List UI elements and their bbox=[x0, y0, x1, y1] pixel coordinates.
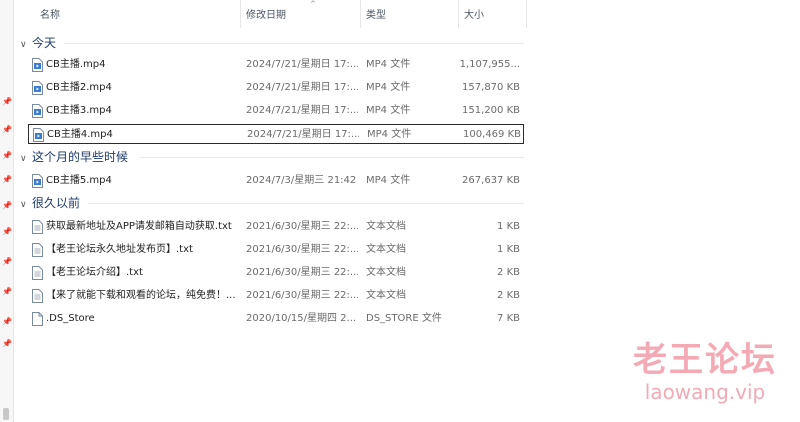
file-type: MP4 文件 bbox=[366, 105, 411, 116]
group-header-earlier-this-month[interactable]: ∨ 这个月的早些时候 bbox=[20, 148, 128, 166]
group-divider bbox=[88, 203, 524, 204]
text-file-icon bbox=[32, 266, 43, 280]
file-date: 2021/6/30/星期三 22:... bbox=[246, 221, 358, 232]
mp4-file-icon bbox=[32, 58, 43, 72]
column-header-date[interactable]: 修改日期 bbox=[246, 0, 286, 30]
file-row[interactable]: 【来了就能下载和观看的论坛，纯免费！... 2021/6/30/星期三 22:.… bbox=[28, 286, 524, 306]
watermark-title: 老王论坛 bbox=[633, 340, 777, 380]
file-type: MP4 文件 bbox=[366, 175, 411, 186]
column-divider[interactable] bbox=[360, 0, 361, 28]
chevron-down-icon: ∨ bbox=[20, 200, 27, 210]
file-type: MP4 文件 bbox=[366, 82, 411, 93]
file-name: CB主播5.mp4 bbox=[46, 175, 112, 186]
column-divider[interactable] bbox=[526, 0, 527, 28]
file-name: .DS_Store bbox=[46, 313, 95, 324]
pin-icon[interactable]: 📌 bbox=[2, 98, 12, 106]
watermark: 老王论坛 laowang.vip bbox=[620, 340, 790, 404]
navigation-pane: 📌 📌 📌 📌 📌 📌 📌 📌 📌 📌 bbox=[0, 0, 14, 422]
file-size: 2 KB bbox=[497, 290, 520, 301]
column-header: 名称 ^ 修改日期 类型 大小 bbox=[14, 0, 800, 30]
file-type: 文本文档 bbox=[366, 267, 406, 278]
column-header-size[interactable]: 大小 bbox=[464, 0, 484, 30]
pin-icon[interactable]: 📌 bbox=[2, 340, 12, 348]
file-type: 文本文档 bbox=[366, 244, 406, 255]
file-name: 【老王论坛永久地址发布页】.txt bbox=[46, 244, 193, 255]
file-size: 1,107,955... bbox=[459, 59, 520, 70]
file-type: 文本文档 bbox=[366, 290, 406, 301]
file-row[interactable]: 【老王论坛永久地址发布页】.txt 2021/6/30/星期三 22:... 文… bbox=[28, 240, 524, 260]
file-row[interactable]: .DS_Store 2020/10/15/星期四 2... DS_STORE 文… bbox=[28, 309, 524, 329]
file-size: 7 KB bbox=[497, 313, 520, 324]
mp4-file-icon bbox=[32, 104, 43, 118]
mp4-file-icon bbox=[32, 174, 43, 188]
file-date: 2024/7/21/星期日 17:... bbox=[246, 105, 358, 116]
file-date: 2024/7/21/星期日 17:... bbox=[246, 59, 358, 70]
file-row-selected[interactable]: CB主播4.mp4 2024/7/21/星期日 17:... MP4 文件 10… bbox=[28, 124, 524, 144]
file-type: DS_STORE 文件 bbox=[366, 313, 442, 324]
group-label: 很久以前 bbox=[32, 196, 81, 210]
file-date: 2024/7/21/星期日 17:... bbox=[247, 129, 359, 140]
file-row[interactable]: CB主播3.mp4 2024/7/21/星期日 17:... MP4 文件 15… bbox=[28, 101, 524, 121]
pin-icon[interactable]: 📌 bbox=[2, 176, 12, 184]
text-file-icon bbox=[32, 243, 43, 257]
group-label: 今天 bbox=[32, 36, 57, 50]
pin-icon[interactable]: 📌 bbox=[2, 258, 12, 266]
file-name: 【老王论坛介绍】.txt bbox=[46, 267, 143, 278]
pin-icon[interactable]: 📌 bbox=[2, 288, 12, 296]
chevron-down-icon: ∨ bbox=[20, 154, 27, 164]
file-type: MP4 文件 bbox=[367, 129, 412, 140]
column-divider[interactable] bbox=[458, 0, 459, 28]
file-name: 【来了就能下载和观看的论坛，纯免费！... bbox=[46, 290, 236, 301]
column-header-type[interactable]: 类型 bbox=[366, 0, 386, 30]
mp4-file-icon bbox=[32, 81, 43, 95]
group-label: 这个月的早些时候 bbox=[32, 150, 129, 164]
text-file-icon bbox=[32, 289, 43, 303]
file-size: 100,469 KB bbox=[463, 129, 521, 140]
generic-file-icon bbox=[32, 312, 43, 326]
column-divider[interactable] bbox=[240, 0, 241, 28]
file-row[interactable]: 获取最新地址及APP请发邮箱自动获取.txt 2021/6/30/星期三 22:… bbox=[28, 217, 524, 237]
file-name: CB主播3.mp4 bbox=[46, 105, 112, 116]
file-name: CB主播4.mp4 bbox=[47, 129, 113, 140]
chevron-down-icon: ∨ bbox=[20, 40, 27, 50]
file-date: 2024/7/21/星期日 17:... bbox=[246, 82, 358, 93]
file-size: 1 KB bbox=[497, 244, 520, 255]
file-type: 文本文档 bbox=[366, 221, 406, 232]
scrollbar-thumb[interactable] bbox=[3, 408, 9, 420]
file-row[interactable]: 【老王论坛介绍】.txt 2021/6/30/星期三 22:... 文本文档 2… bbox=[28, 263, 524, 283]
file-name: 获取最新地址及APP请发邮箱自动获取.txt bbox=[46, 221, 232, 232]
file-row[interactable]: CB主播2.mp4 2024/7/21/星期日 17:... MP4 文件 15… bbox=[28, 78, 524, 98]
file-size: 1 KB bbox=[497, 221, 520, 232]
group-header-today[interactable]: ∨ 今天 bbox=[20, 34, 56, 52]
file-type: MP4 文件 bbox=[366, 59, 411, 70]
pin-icon[interactable]: 📌 bbox=[2, 228, 12, 236]
mp4-file-icon bbox=[33, 128, 44, 142]
file-size: 151,200 KB bbox=[462, 105, 520, 116]
file-size: 267,637 KB bbox=[462, 175, 520, 186]
file-date: 2021/6/30/星期三 22:... bbox=[246, 290, 358, 301]
pin-icon[interactable]: 📌 bbox=[2, 202, 12, 210]
sort-up-icon: ^ bbox=[310, 0, 316, 8]
group-divider bbox=[140, 157, 524, 158]
column-header-name[interactable]: 名称 bbox=[40, 0, 60, 30]
file-date: 2021/6/30/星期三 22:... bbox=[246, 244, 358, 255]
file-date: 2020/10/15/星期四 2... bbox=[246, 313, 357, 324]
pin-icon[interactable]: 📌 bbox=[2, 318, 12, 326]
pin-icon[interactable]: 📌 bbox=[2, 126, 12, 134]
file-row[interactable]: CB主播5.mp4 2024/7/3/星期三 21:42 MP4 文件 267,… bbox=[28, 171, 524, 191]
group-divider bbox=[64, 43, 524, 44]
watermark-url: laowang.vip bbox=[644, 380, 766, 404]
file-name: CB主播.mp4 bbox=[46, 59, 106, 70]
file-size: 157,870 KB bbox=[462, 82, 520, 93]
file-name: CB主播2.mp4 bbox=[46, 82, 112, 93]
group-header-long-ago[interactable]: ∨ 很久以前 bbox=[20, 194, 80, 212]
text-file-icon bbox=[32, 220, 43, 234]
file-date: 2021/6/30/星期三 22:... bbox=[246, 267, 358, 278]
file-size: 2 KB bbox=[497, 267, 520, 278]
file-row[interactable]: CB主播.mp4 2024/7/21/星期日 17:... MP4 文件 1,1… bbox=[28, 55, 524, 75]
file-date: 2024/7/3/星期三 21:42 bbox=[246, 175, 357, 186]
pin-icon[interactable]: 📌 bbox=[2, 152, 12, 160]
